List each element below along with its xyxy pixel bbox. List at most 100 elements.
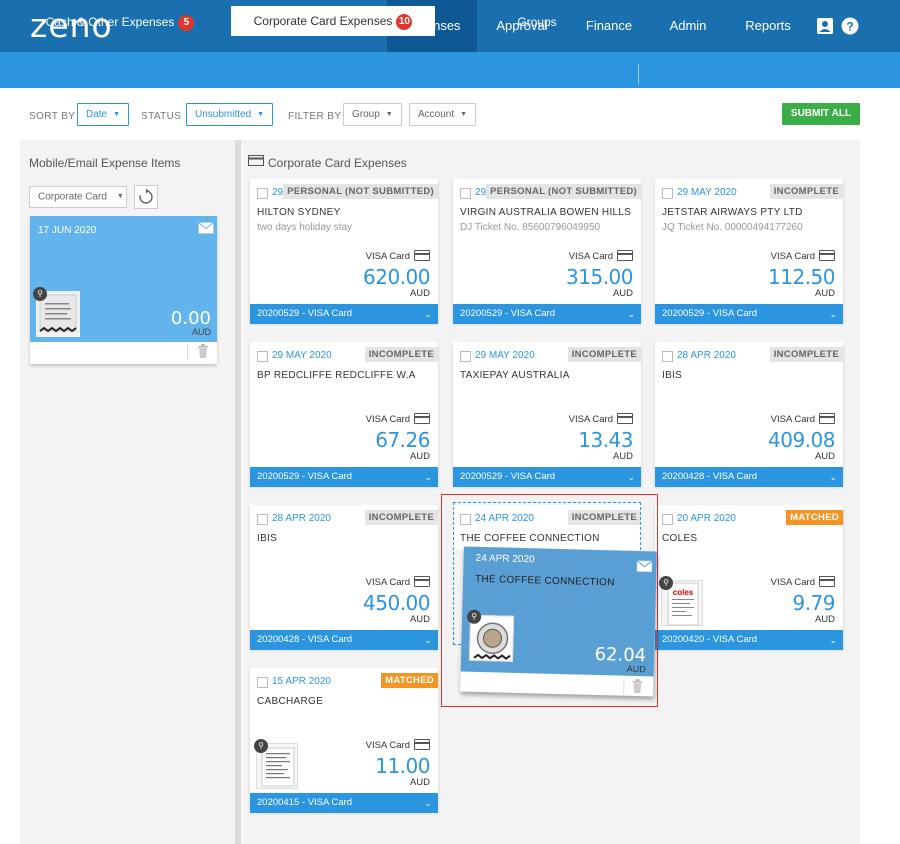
trash-icon[interactable] — [631, 679, 643, 694]
group-dropdown[interactable]: 20200529 - VISA Card ⌄ — [250, 304, 438, 324]
trash-icon[interactable] — [197, 344, 209, 358]
tab-corporate-card-expenses[interactable]: Corporate Card Expenses 10 — [231, 6, 435, 36]
chevron-down-icon: ⌄ — [424, 798, 432, 808]
merchant-name: COLES — [662, 533, 698, 544]
merchant-name: JETSTAR AIRWAYS PTY LTD — [662, 207, 803, 218]
group-dropdown[interactable]: 20200415 - VISA Card ⌄ — [250, 793, 438, 813]
chevron-down-icon: ⌄ — [424, 635, 432, 645]
group-label: 20200428 - VISA Card — [662, 471, 758, 482]
expense-card[interactable]: 29 MAY 2020 INCOMPLETE JETSTAR AIRWAYS P… — [655, 179, 843, 324]
merchant-name: IBIS — [257, 533, 278, 544]
select-checkbox[interactable] — [257, 677, 268, 688]
credit-card-icon — [819, 250, 835, 261]
group-dropdown[interactable]: 20200529 - VISA Card ⌄ — [655, 304, 843, 324]
expense-card[interactable]: 20 APR 2020 MATCHED COLES coles ⚲ VISA C… — [655, 505, 843, 650]
status-badge: MATCHED — [786, 510, 843, 525]
merchant-name: TAXIEPAY AUSTRALIA — [460, 370, 570, 381]
group-dropdown[interactable]: 20200428 - VISA Card ⌄ — [250, 630, 438, 650]
card-type-select[interactable]: Corporate Card ▼ — [29, 186, 127, 208]
help-icon[interactable]: ? — [841, 17, 859, 35]
select-checkbox[interactable] — [662, 188, 673, 199]
chevron-down-icon: ⌄ — [424, 309, 432, 319]
submit-all-button[interactable]: SUBMIT ALL — [782, 103, 860, 125]
card-currency: AUD — [814, 614, 835, 625]
status-dropdown[interactable]: Unsubmitted ▼ — [186, 103, 274, 126]
card-amount: 67.26 — [375, 428, 430, 452]
card-date: 29 MAY 2020 — [677, 187, 737, 198]
select-checkbox[interactable] — [257, 514, 268, 525]
dragged-expense-card[interactable]: 24 APR 2020 THE COFFEE CONNECTION ⚲ 62.0… — [460, 546, 657, 697]
status-badge: PERSONAL (NOT SUBMITTED) — [486, 184, 641, 199]
select-checkbox[interactable] — [257, 351, 268, 362]
refresh-icon[interactable] — [134, 185, 158, 209]
expense-card[interactable]: 28 APR 2020 INCOMPLETE IBIS VISA Card 45… — [250, 505, 438, 650]
account-dropdown[interactable]: Account ▼ — [409, 103, 477, 126]
status-label: STATUS — [141, 111, 182, 122]
expense-card[interactable]: 29 MAY 2020 INCOMPLETE BP REDCLIFFE REDC… — [250, 342, 438, 487]
chevron-down-icon: ⌄ — [627, 309, 635, 319]
group-label: 20200420 - VISA Card — [662, 634, 758, 645]
nav-admin[interactable]: Admin — [651, 0, 725, 52]
status-badge: PERSONAL (NOT SUBMITTED) — [283, 184, 438, 199]
card-currency: AUD — [191, 327, 211, 337]
user-icon[interactable] — [816, 17, 834, 35]
group-label: 20200529 - VISA Card — [257, 308, 353, 319]
tab-label: Corporate Card Expenses — [253, 14, 393, 28]
tab-groups[interactable]: Groups — [436, 8, 638, 36]
select-checkbox[interactable] — [257, 188, 268, 199]
sort-by-dropdown[interactable]: Date ▼ — [77, 103, 130, 126]
credit-card-icon — [617, 413, 633, 424]
sort-by-value: Date — [86, 109, 108, 121]
tab-label: Cash & Other Expenses — [45, 15, 175, 29]
select-checkbox[interactable] — [662, 514, 673, 525]
expense-card[interactable]: 29 MAY 2020 PERSONAL (NOT SUBMITTED) VIR… — [453, 179, 641, 324]
group-label: Group — [352, 109, 380, 121]
group-dropdown[interactable]: 20200529 - VISA Card ⌄ — [250, 467, 438, 487]
card-date: 28 APR 2020 — [677, 350, 736, 361]
sort-by-label: SORT BY — [29, 111, 76, 122]
credit-card-icon — [414, 250, 430, 261]
card-date: 29 MAY 2020 — [272, 350, 332, 361]
card-amount: 13.43 — [578, 428, 633, 452]
zoom-icon[interactable]: ⚲ — [33, 287, 47, 301]
select-checkbox[interactable] — [662, 351, 673, 362]
card-currency: AUD — [626, 663, 646, 675]
card-currency: AUD — [409, 288, 430, 299]
expense-card[interactable]: 15 APR 2020 MATCHED CABCHARGE ⚲ VISA Car… — [250, 668, 438, 813]
caret-down-icon: ▼ — [116, 193, 124, 200]
merchant-name: CABCHARGE — [257, 696, 324, 707]
expense-card[interactable]: 29 MAY 2020 INCOMPLETE TAXIEPAY AUSTRALI… — [453, 342, 641, 487]
email-icon — [636, 560, 653, 573]
email-icon — [198, 222, 214, 234]
select-checkbox[interactable] — [460, 351, 471, 362]
caret-down-icon: ▼ — [257, 111, 265, 118]
card-date: 28 APR 2020 — [272, 513, 331, 524]
credit-card-icon — [414, 413, 430, 424]
group-dropdown[interactable]: 20200428 - VISA Card ⌄ — [655, 467, 843, 487]
group-dropdown[interactable]: Group ▼ — [343, 103, 402, 126]
nav-reports[interactable]: Reports — [725, 0, 811, 52]
card-type-label: VISA Card — [365, 577, 410, 588]
account-label: Account — [418, 109, 455, 121]
mobile-expense-card[interactable]: 17 JUN 2020 ⚲ 0.00 AUD — [30, 216, 217, 364]
card-type-label: VISA Card — [365, 414, 410, 425]
divider — [623, 678, 625, 694]
zoom-icon[interactable]: ⚲ — [659, 576, 673, 590]
tab-cash-other-expenses[interactable]: Cash & Other Expenses 5 — [20, 8, 220, 36]
group-dropdown[interactable]: 20200529 - VISA Card ⌄ — [453, 304, 641, 324]
expense-card[interactable]: 29 MAY 2020 PERSONAL (NOT SUBMITTED) HIL… — [250, 179, 438, 324]
chevron-down-icon: ⌄ — [424, 472, 432, 482]
credit-card-icon — [819, 576, 835, 587]
chevron-down-icon: ⌄ — [627, 472, 635, 482]
group-dropdown[interactable]: 20200529 - VISA Card ⌄ — [453, 467, 641, 487]
expense-card[interactable]: 28 APR 2020 INCOMPLETE IBIS VISA Card 40… — [655, 342, 843, 487]
credit-card-icon — [819, 413, 835, 424]
card-type-label: VISA Card — [568, 414, 613, 425]
group-label: 20200415 - VISA Card — [257, 797, 353, 808]
corporate-card-title: Corporate Card Expenses — [268, 156, 407, 170]
select-checkbox[interactable] — [460, 188, 471, 199]
card-amount: 450.00 — [363, 591, 430, 615]
zoom-icon[interactable]: ⚲ — [254, 739, 268, 753]
card-type-label: VISA Card — [770, 577, 815, 588]
group-dropdown[interactable]: 20200420 - VISA Card ⌄ — [655, 630, 843, 650]
